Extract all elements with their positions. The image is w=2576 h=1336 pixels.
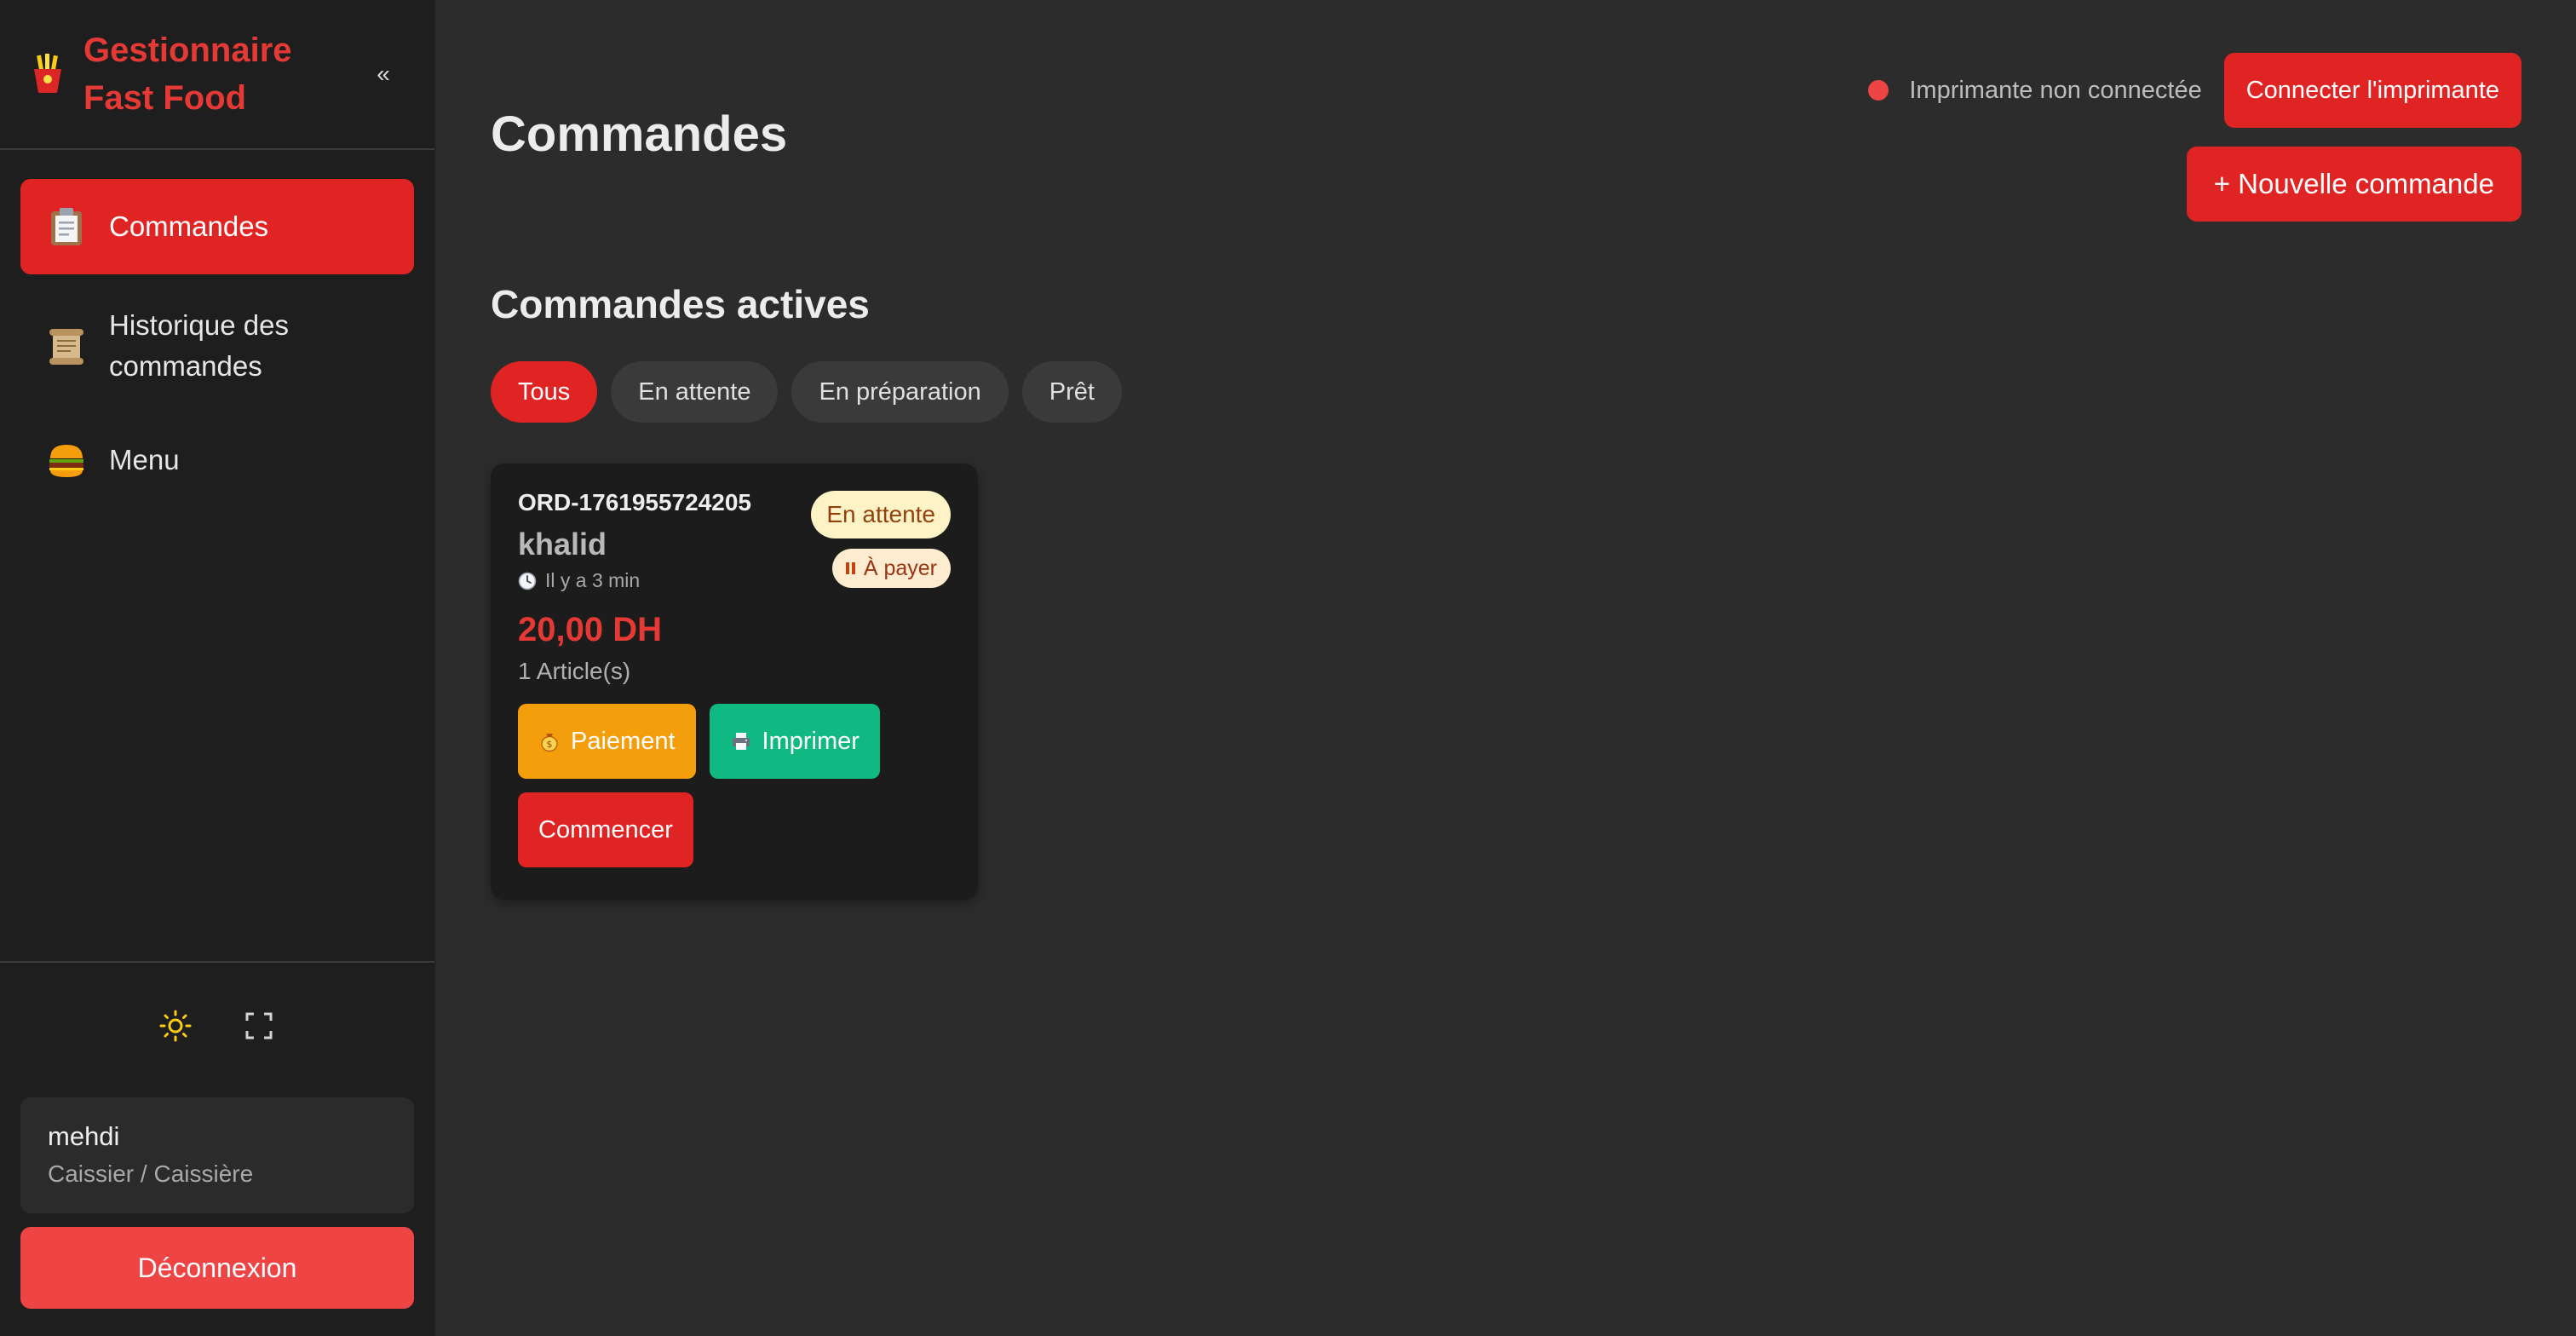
app-title-line2: Fast Food <box>83 79 247 117</box>
theme-toggle-button[interactable] <box>155 1005 196 1046</box>
printer-status-dot-icon <box>1868 80 1889 101</box>
printer-status-row: Imprimante non connectée Connecter l'imp… <box>1868 53 2521 128</box>
sidebar: Gestionnaire Fast Food « Commandes Histo… <box>0 0 436 1336</box>
money-bag-icon: $ <box>541 734 558 752</box>
printer-status: Imprimante non connectée <box>1909 76 2202 104</box>
print-button-label: Imprimer <box>762 727 860 755</box>
payment-button-label: Paiement <box>571 727 676 755</box>
main-content: Commandes Imprimante non connectée Conne… <box>436 0 2576 1336</box>
header-actions: Imprimante non connectée Connecter l'imp… <box>1868 53 2521 222</box>
pause-icon <box>845 562 855 574</box>
brand-header: Gestionnaire Fast Food « <box>0 0 434 150</box>
connect-printer-button[interactable]: Connecter l'imprimante <box>2223 53 2521 128</box>
payment-badge-text: À payer <box>863 556 937 580</box>
section-title: Commandes actives <box>491 282 870 326</box>
sidebar-footer: mehdi Caissier / Caissière Déconnexion <box>0 961 434 1336</box>
user-role: Caissier / Caissière <box>48 1160 254 1187</box>
status-badge: En attente <box>811 491 951 538</box>
filter-preparing[interactable]: En préparation <box>791 361 1009 423</box>
order-filters: Tous En attente En préparation Prêt <box>491 361 1122 423</box>
sidebar-nav: Commandes Historique des commandes Menu <box>0 150 434 961</box>
new-order-button[interactable]: + Nouvelle commande <box>2186 147 2521 222</box>
logout-button[interactable]: Déconnexion <box>20 1227 414 1309</box>
user-name: mehdi <box>48 1121 120 1151</box>
sun-icon <box>159 1010 192 1042</box>
filter-all[interactable]: Tous <box>491 361 598 423</box>
filter-pending[interactable]: En attente <box>611 361 779 423</box>
printer-icon <box>732 733 750 750</box>
fullscreen-button[interactable] <box>239 1005 279 1046</box>
order-card: ORD-1761955724205 khalid Il y a 3 min En… <box>491 464 978 900</box>
order-total: 20,00 DH <box>518 611 662 648</box>
scroll-icon <box>44 324 89 368</box>
filter-ready[interactable]: Prêt <box>1021 361 1122 423</box>
payment-button[interactable]: $ Paiement <box>518 704 696 779</box>
user-card: mehdi Caissier / Caissière <box>20 1097 414 1213</box>
sidebar-item-orders[interactable]: Commandes <box>20 179 414 274</box>
print-button[interactable]: Imprimer <box>709 704 880 779</box>
utility-buttons <box>20 1005 414 1046</box>
page-title: Commandes <box>491 107 788 162</box>
clipboard-icon <box>44 204 89 249</box>
burger-icon <box>44 438 89 482</box>
sidebar-item-label: Historique des commandes <box>109 309 289 382</box>
order-actions: $ Paiement Imprimer <box>518 704 951 779</box>
fullscreen-icon <box>245 1012 273 1039</box>
app-title-line1: Gestionnaire <box>83 32 292 69</box>
double-chevron-left-icon: « <box>377 60 390 87</box>
fries-icon <box>29 53 66 95</box>
payment-badge: À payer <box>831 549 951 588</box>
sidebar-item-label: Commandes <box>109 210 269 242</box>
clock-icon <box>518 572 537 590</box>
order-items-count: 1 Article(s) <box>518 658 631 684</box>
app-title: Gestionnaire Fast Food <box>83 26 363 122</box>
sidebar-item-menu[interactable]: Menu <box>20 418 414 503</box>
order-time-text: Il y a 3 min <box>545 569 641 591</box>
sidebar-item-label: Menu <box>109 444 180 475</box>
svg-text:$: $ <box>547 739 553 750</box>
collapse-sidebar-button[interactable]: « <box>363 54 404 95</box>
start-order-button[interactable]: Commencer <box>518 792 693 867</box>
sidebar-item-history[interactable]: Historique des commandes <box>20 293 414 399</box>
